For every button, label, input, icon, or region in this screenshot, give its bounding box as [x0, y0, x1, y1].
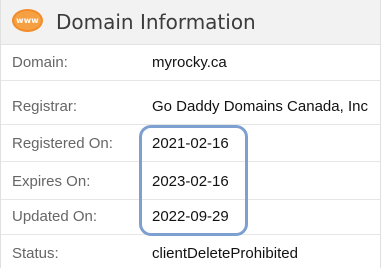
row-value: 2023-02-16	[152, 173, 229, 190]
row-value: 2022-09-29	[152, 208, 229, 225]
info-row-registrar: Registrar: Go Daddy Domains Canada, Inc	[1, 89, 380, 125]
card-title: Domain Information	[56, 10, 256, 34]
info-row-domain: Domain: myrocky.ca	[1, 45, 380, 81]
row-value: clientDeleteProhibited	[152, 245, 298, 262]
row-label: Registered On:	[12, 135, 113, 152]
row-value: Go Daddy Domains Canada, Inc	[152, 98, 368, 115]
row-value: myrocky.ca	[152, 54, 227, 71]
www-icon-text: www	[16, 15, 39, 25]
row-label: Registrar:	[12, 98, 78, 115]
row-label: Status:	[12, 245, 59, 262]
info-row-status: Status: clientDeleteProhibited	[1, 236, 380, 268]
row-label: Updated On:	[12, 208, 98, 225]
card-header: www Domain Information	[1, 0, 380, 45]
info-row-updated-on: Updated On: 2022-09-29	[1, 199, 380, 235]
domain-information-card: www Domain Information Domain: myrocky.c…	[0, 0, 381, 268]
row-label: Domain:	[12, 54, 68, 71]
www-globe-icon: www	[12, 9, 43, 32]
info-row-expires-on: Expires On: 2023-02-16	[1, 164, 380, 200]
row-label: Expires On:	[12, 173, 91, 190]
info-row-registered-on: Registered On: 2021-02-16	[1, 126, 380, 162]
row-value: 2021-02-16	[152, 135, 229, 152]
